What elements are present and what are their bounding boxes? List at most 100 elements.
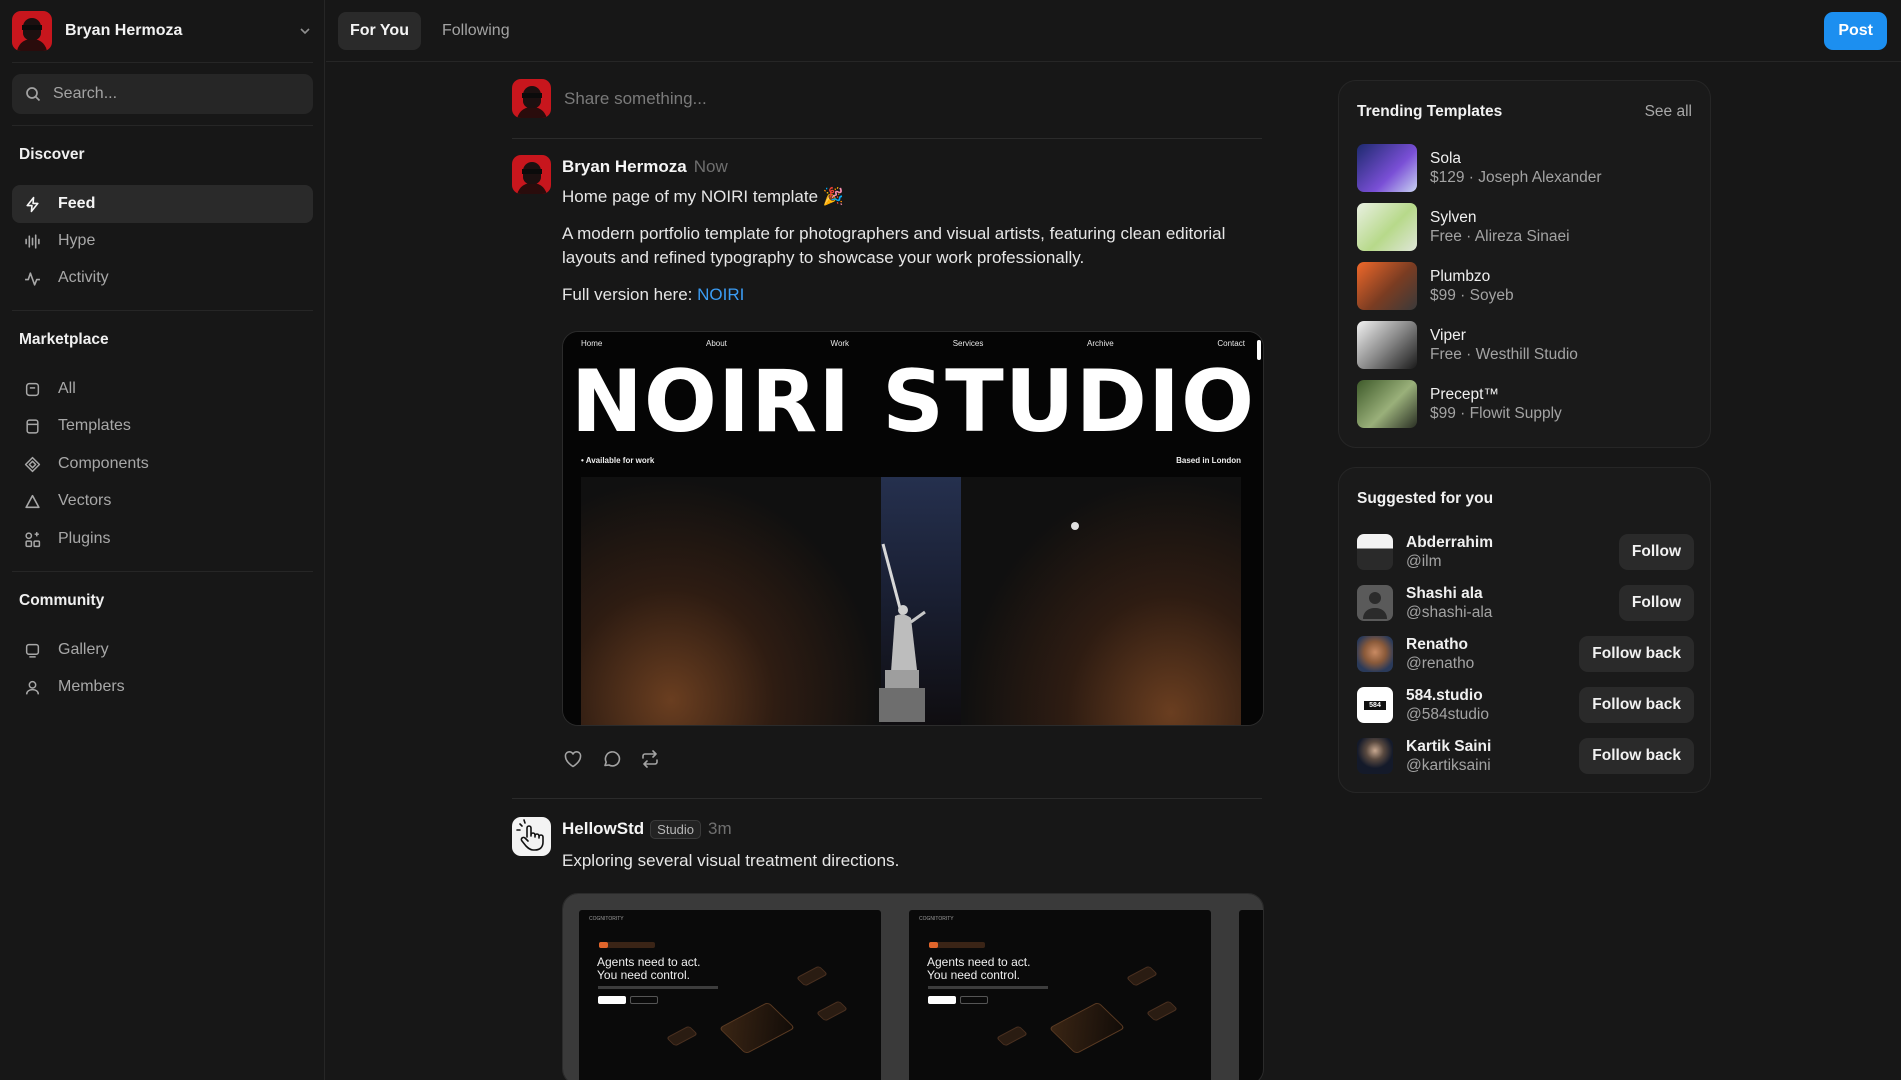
template-name: Plumbzo [1430,267,1491,285]
avatar[interactable]: 584 [1357,687,1393,723]
template-meta: $129 · Joseph Alexander [1430,168,1602,186]
component-icon [24,456,41,472]
user-name[interactable]: Renatho [1406,636,1579,654]
template-name: Precept™ [1430,385,1499,403]
sidebar-item-label: Gallery [58,641,109,658]
post-body-text: A modern portfolio template for photogra… [562,224,1226,267]
account-switcher[interactable]: Bryan Hermoza [12,11,313,51]
template-item[interactable]: Precept™ $99 · Flowit Supply [1357,380,1692,428]
sidebar-item-vectors[interactable]: Vectors [12,482,313,520]
shot-headline-line: You need control. [927,968,1020,982]
avatar [12,11,52,51]
suggested-user: Shashi ala @shashi-ala Follow [1357,582,1694,624]
preview-nav-item: Archive [1087,339,1114,348]
post-media[interactable]: COGNITORITY Agents need to act. You need… [562,893,1264,1080]
post-link[interactable]: NOIRI [697,285,744,304]
user-name[interactable]: Kartik Saini [1406,738,1579,756]
avatar[interactable] [512,817,551,856]
box-icon [25,382,40,396]
template-thumbnail [1357,144,1417,192]
user-handle: @renatho [1406,654,1475,672]
follow-back-button[interactable]: Follow back [1579,636,1694,672]
sidebar-item-label: Templates [58,417,131,434]
preview-shot-partial [1239,910,1263,1080]
post-time: 3m [708,819,732,838]
avatar[interactable] [1357,636,1393,672]
sidebar-item-label: Hype [58,232,96,249]
user-handle: @584studio [1406,705,1489,723]
avatar-text: 584 [1364,700,1386,710]
post-media[interactable]: Home About Work Services Archive Contact… [562,331,1264,726]
treatment-preview-image: COGNITORITY Agents need to act. You need… [563,894,1263,1080]
preview-meta-right: Based in London [1176,456,1241,465]
preview-shot: COGNITORITY Agents need to act. You need… [579,910,881,1080]
sidebar-item-label: Components [58,455,149,472]
shot-brand: COGNITORITY [589,916,624,922]
post-title: Home page of my NOIRI template 🎉 [562,187,844,206]
follow-button[interactable]: Follow [1618,534,1694,570]
see-all-link[interactable]: See all [1645,103,1692,121]
user-name[interactable]: 584.studio [1406,687,1579,705]
hand-pointer-icon [516,819,544,851]
sidebar-item-members[interactable]: Members [12,668,313,706]
post-author[interactable]: Bryan Hermoza [562,157,687,177]
template-thumbnail [1357,203,1417,251]
post-body-text: Exploring several visual treatment direc… [562,851,900,870]
user-handle: @shashi-ala [1406,603,1493,621]
sidebar-item-label: Members [58,678,125,695]
cursor-indicator [1071,522,1079,530]
avatar[interactable] [1357,534,1393,570]
preview-nav-item: Work [830,339,850,348]
sidebar-item-templates[interactable]: Templates [12,407,313,445]
follow-button[interactable]: Follow [1618,585,1694,621]
user-name[interactable]: Shashi ala [1406,585,1619,603]
template-item[interactable]: Viper Free · Westhill Studio [1357,321,1692,369]
preview-title: NOIRI STUDIO [570,352,1256,452]
tab-following[interactable]: Following [430,12,522,50]
sidebar-item-plugins[interactable]: Plugins [12,520,313,558]
sidebar-item-all[interactable]: All [12,370,313,408]
template-meta: Free · Westhill Studio [1430,345,1578,363]
top-bar: For You Following Post [326,0,1901,62]
suggested-user: 584 584.studio @584studio Follow back [1357,684,1694,726]
search-input[interactable] [53,85,293,103]
sidebar-item-label: Vectors [58,492,112,509]
sidebar-item-components[interactable]: Components [12,445,313,483]
divider [512,798,1262,799]
post: Bryan Hermoza Now Home page of my NOIRI … [512,155,1264,785]
default-user-icon [1363,592,1387,619]
template-item[interactable]: Sola $129 · Joseph Alexander [1357,144,1692,192]
audio-bars-icon [25,233,40,249]
user-name[interactable]: Abderrahim [1406,534,1619,552]
like-heart-icon[interactable] [562,748,584,770]
template-item[interactable]: Plumbzo $99 · Soyeb [1357,262,1692,310]
post-author[interactable]: HellowStd [562,819,644,839]
composer: Share something... [512,79,1262,139]
comment-icon[interactable] [601,748,623,770]
divider [12,62,313,63]
card-title: Trending Templates [1357,103,1503,120]
follow-back-button[interactable]: Follow back [1579,738,1694,774]
composer-input[interactable]: Share something... [564,89,707,138]
sidebar-item-activity[interactable]: Activity [12,259,313,297]
preview-photo [581,477,1241,725]
sidebar-item-gallery[interactable]: Gallery [12,631,313,669]
trending-templates-card: Trending Templates See all Sola $129 · J… [1338,80,1711,448]
template-item[interactable]: Sylven Free · Alireza Sinaei [1357,203,1692,251]
suggested-user: Renatho @renatho Follow back [1357,633,1694,675]
sidebar-item-hype[interactable]: Hype [12,222,313,260]
post-time: Now [693,157,728,176]
repost-icon[interactable] [639,748,661,770]
template-thumbnail [1357,321,1417,369]
preview-nav-item: Services [952,339,984,348]
tab-for-you[interactable]: For You [338,12,421,50]
follow-back-button[interactable]: Follow back [1579,687,1694,723]
sidebar-item-feed[interactable]: Feed [12,185,313,223]
post-button[interactable]: Post [1824,12,1887,50]
template-meta: Free · Alireza Sinaei [1430,227,1570,245]
avatar[interactable] [1357,738,1393,774]
section-title-discover: Discover [19,146,85,163]
search-box[interactable] [12,74,313,114]
avatar[interactable] [512,155,551,194]
avatar[interactable] [1357,585,1393,621]
